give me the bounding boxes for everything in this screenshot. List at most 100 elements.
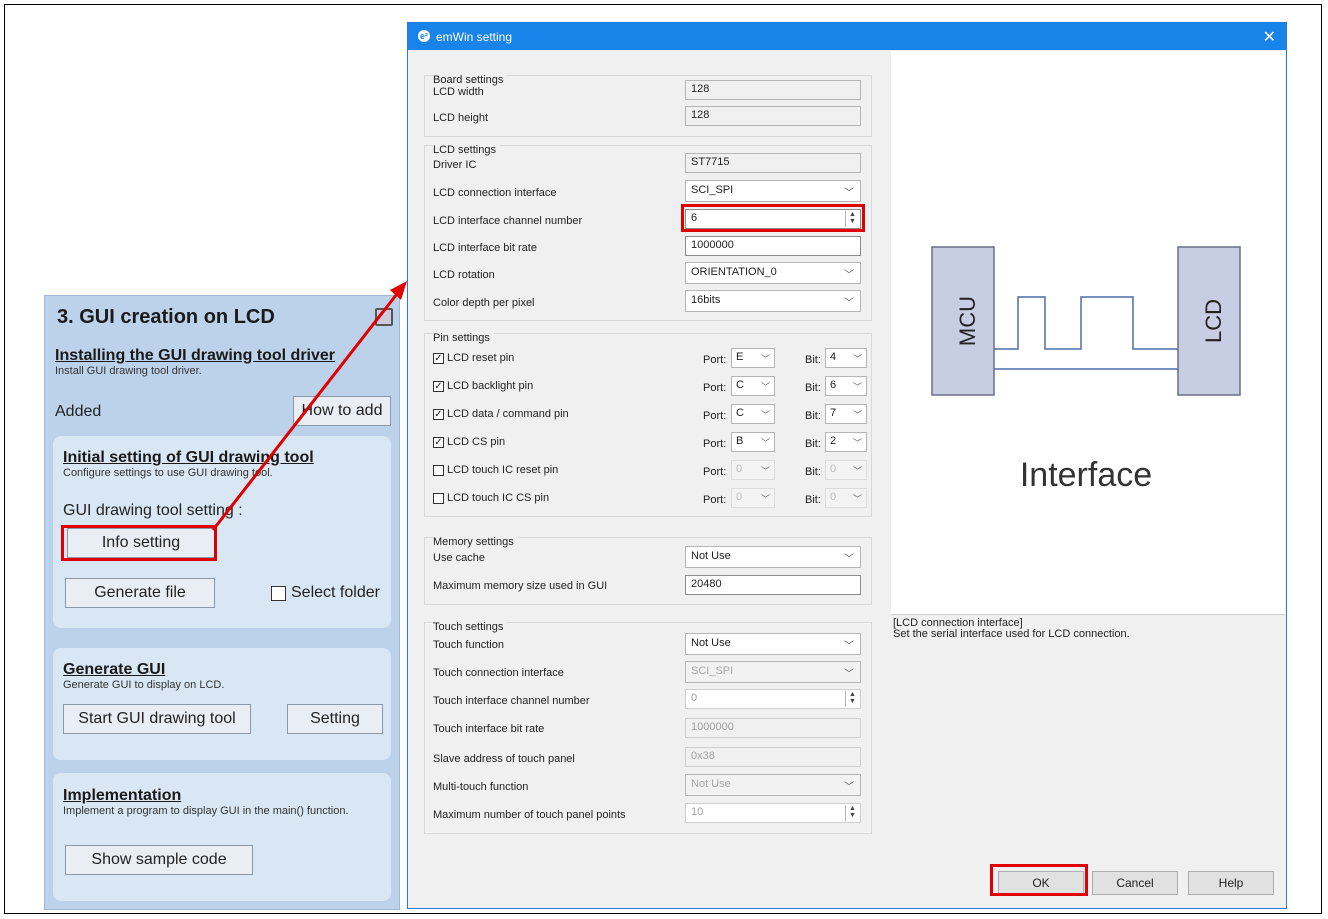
touch-channel-value: 0 [691,692,698,704]
chevron-down-icon: ﹀ [852,410,862,420]
max-memory-input[interactable]: 20480 [685,575,861,595]
driver-ic-label: Driver IC [433,159,477,171]
port-select[interactable]: C ﹀ [731,404,775,424]
use-cache-dropdown[interactable]: Not Use ﹀ [685,546,861,568]
pin-label: LCD reset pin [447,352,515,364]
help-button[interactable]: Help [1188,871,1274,895]
touch-settings-group: Touch settings Touch function Not Use ﹀ T… [424,621,872,834]
lcd-channel-spinner[interactable]: 6 ▲ ▼ [685,209,861,229]
port-value: C [736,379,744,391]
port-select[interactable]: C ﹀ [731,376,775,396]
touch-bitrate-input[interactable]: 1000000 [685,718,861,738]
lcd-width-label: LCD width [433,86,484,98]
multi-touch-value: Not Use [691,778,731,790]
app-icon: e² [418,30,430,42]
lcd-settings-group: LCD settings Driver IC ST7715 LCD connec… [424,144,872,321]
touch-channel-label: Touch interface channel number [433,695,590,707]
lcd-connection-label: LCD connection interface [433,187,557,199]
board-group-label: Board settings [433,74,508,86]
port-value: E [736,351,744,363]
chevron-down-icon: ﹀ [760,410,770,420]
checkbox-box: ✓ [433,408,444,420]
arrow-line [211,289,402,531]
bit-label: Bit: [805,438,821,450]
multi-touch-dropdown[interactable]: Not Use ﹀ [685,774,861,796]
port-label: Port: [703,382,727,394]
touch-function-value: Not Use [691,637,731,649]
chevron-down-icon: ﹀ [844,188,854,199]
ok-button[interactable]: OK [998,871,1084,895]
chevron-down-icon: ﹀ [852,494,862,504]
pin-label: LCD CS pin [447,436,506,448]
touch-function-label: Touch function [433,639,504,651]
pin-group-label: Pin settings [433,332,494,344]
touch-function-dropdown[interactable]: Not Use ﹀ [685,633,861,655]
port-label: Port: [703,438,727,450]
port-select[interactable]: E ﹀ [731,348,775,368]
max-points-label: Maximum number of touch panel points [433,809,626,821]
port-label: Port: [703,466,727,478]
bit-label: Bit: [805,354,821,366]
bit-select[interactable]: 2 ﹀ [825,432,867,452]
pin-checkbox[interactable]: LCD touch IC reset pin [433,464,558,476]
lcd-rotation-value: ORIENTATION_0 [691,266,777,278]
touch-channel-spinner[interactable]: 0 ▲ ▼ [685,689,861,709]
chevron-down-icon: ﹀ [760,466,770,476]
max-points-value: 10 [691,806,704,818]
spinner-arrows-icon[interactable]: ▲ ▼ [845,211,859,227]
port-select[interactable]: 0 ﹀ [731,488,775,508]
lcd-width-field: 128 [685,80,861,100]
pin-checkbox[interactable]: ✓ LCD backlight pin [433,380,533,392]
lcd-bitrate-input[interactable]: 1000000 [685,236,861,256]
bit-value: 7 [830,407,837,419]
color-depth-dropdown[interactable]: 16bits ﹀ [685,290,861,312]
bit-label: Bit: [805,382,821,394]
lcd-connection-dropdown[interactable]: SCI_SPI ﹀ [685,180,861,202]
bit-select[interactable]: 6 ﹀ [825,376,867,396]
lcd-height-label: LCD height [433,112,489,124]
bit-select[interactable]: 0 ﹀ [825,488,867,508]
close-icon[interactable]: ✕ [1263,27,1276,47]
checkbox-box [433,464,444,476]
spinner-arrows-icon[interactable]: ▲ ▼ [845,691,859,707]
port-value: B [736,435,744,447]
max-points-spinner[interactable]: 10 ▲ ▼ [685,803,861,823]
color-depth-label: Color depth per pixel [433,297,535,309]
spinner-arrows-icon[interactable]: ▲ ▼ [845,805,859,821]
emwin-setting-dialog: e² emWin setting ✕ Board settings LCD wi… [407,22,1287,909]
touch-connection-dropdown[interactable]: SCI_SPI ﹀ [685,661,861,683]
chevron-down-icon: ﹀ [844,641,854,652]
pin-checkbox[interactable]: ✓ LCD data / command pin [433,408,569,420]
pin-checkbox[interactable]: ✓ LCD CS pin [433,436,505,448]
memory-group-label: Memory settings [433,536,518,548]
bit-select[interactable]: 7 ﹀ [825,404,867,424]
dialog-titlebar: e² emWin setting ✕ [408,23,1286,50]
lcd-bitrate-label: LCD interface bit rate [433,242,537,254]
port-select[interactable]: 0 ﹀ [731,460,775,480]
port-label: Port: [703,410,727,422]
pin-label: LCD touch IC reset pin [447,464,559,476]
slave-address-input[interactable]: 0x38 [685,747,861,767]
color-depth-value: 16bits [691,294,721,306]
lcd-group-label: LCD settings [433,144,500,156]
cancel-button[interactable]: Cancel [1092,871,1178,895]
port-select[interactable]: B ﹀ [731,432,775,452]
bit-select[interactable]: 0 ﹀ [825,460,867,480]
lcd-connection-value: SCI_SPI [691,184,734,196]
chevron-down-icon: ﹀ [852,466,862,476]
pin-label: LCD touch IC CS pin [447,492,550,504]
touch-connection-label: Touch connection interface [433,667,564,679]
touch-connection-value: SCI_SPI [691,665,734,677]
pin-checkbox[interactable]: ✓ LCD reset pin [433,352,514,364]
checkbox-box: ✓ [433,352,444,364]
chevron-down-icon: ﹀ [844,298,854,309]
slave-address-label: Slave address of touch panel [433,753,575,765]
lcd-rotation-dropdown[interactable]: ORIENTATION_0 ﹀ [685,262,861,284]
touch-bitrate-label: Touch interface bit rate [433,723,545,735]
bit-value: 2 [830,435,837,447]
bit-value: 4 [830,351,837,363]
chevron-down-icon: ﹀ [760,438,770,448]
pin-checkbox[interactable]: LCD touch IC CS pin [433,492,549,504]
chevron-down-icon: ﹀ [760,354,770,364]
bit-select[interactable]: 4 ﹀ [825,348,867,368]
